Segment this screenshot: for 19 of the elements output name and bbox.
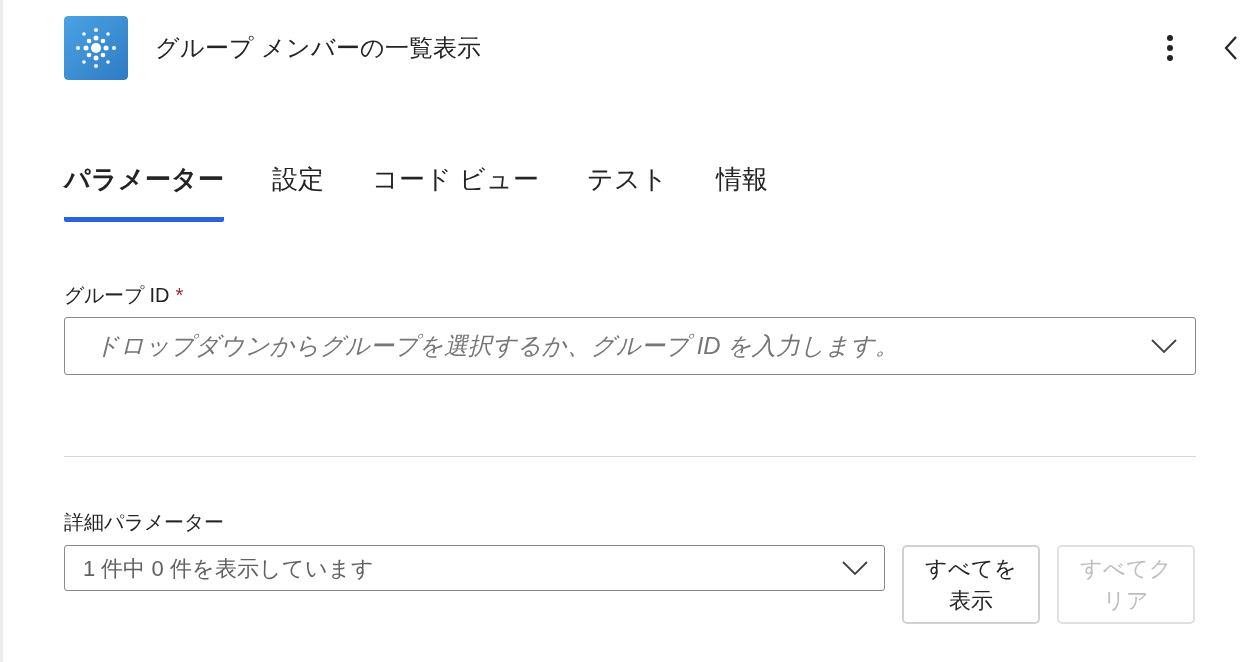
placeholder-text: ドロップダウンからグループを選択するか、グループ ID を入力します。 — [95, 331, 901, 361]
field-label: グループ ID — [64, 283, 170, 308]
dropdown-value: 1 件中 0 件を表示しています — [83, 554, 375, 583]
tab[interactable]: テスト — [587, 160, 669, 222]
chevron-down-icon — [842, 561, 868, 575]
tab[interactable]: 情報 — [716, 160, 769, 222]
show-all-button[interactable]: すべてを表示 — [902, 545, 1040, 624]
collapse-chevron-icon[interactable] — [1224, 35, 1238, 61]
more-options-icon[interactable] — [1166, 34, 1174, 62]
tab[interactable]: 設定 — [272, 160, 324, 222]
field-label: 詳細パラメーター — [64, 510, 225, 535]
group-id-dropdown[interactable]: ドロップダウンからグループを選択するか、グループ ID を入力します。 — [64, 317, 1196, 375]
advanced-parameters-dropdown[interactable]: 1 件中 0 件を表示しています — [64, 545, 885, 591]
tab[interactable]: コード ビュー — [372, 160, 540, 222]
panel-title: グループ メンバーの一覧表示 — [155, 33, 482, 63]
required-mark: * — [175, 283, 184, 308]
app-logo-icon — [64, 16, 128, 80]
chevron-down-icon — [1151, 339, 1177, 353]
tab[interactable]: パラメーター — [64, 160, 224, 222]
